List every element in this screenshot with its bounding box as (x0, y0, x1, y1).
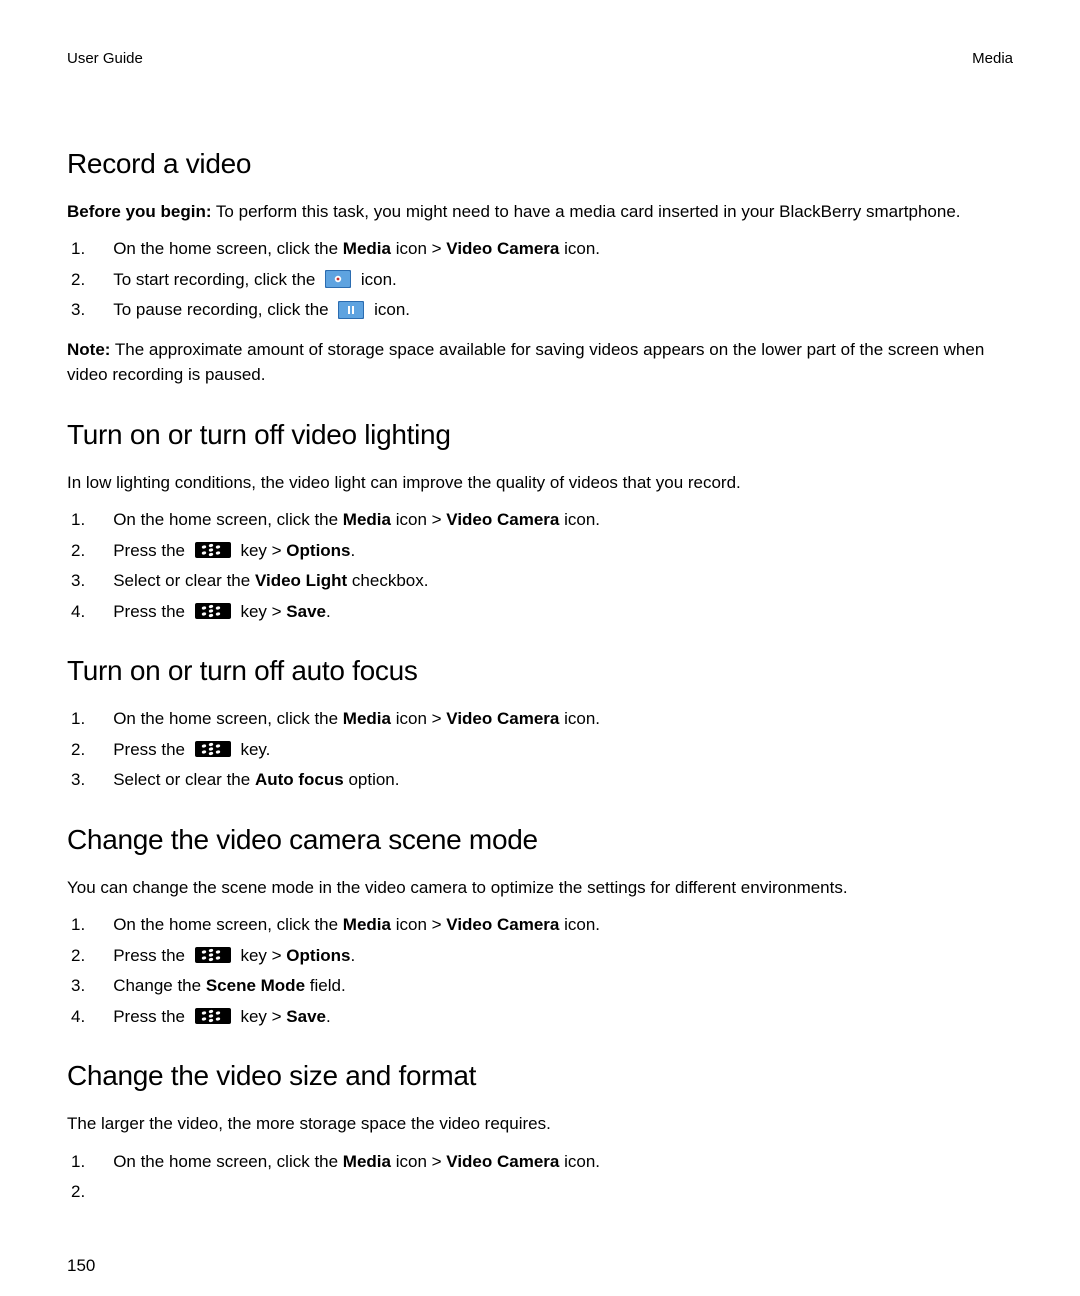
page-number: 150 (67, 1253, 95, 1279)
blackberry-key-icon (193, 739, 233, 759)
pause-icon (336, 299, 366, 321)
list-item: 1. On the home screen, click the Media i… (67, 236, 1013, 262)
note-label: Note: (67, 340, 110, 359)
before-you-begin-label: Before you begin: (67, 202, 212, 221)
steps-auto-focus: 1. On the home screen, click the Media i… (67, 706, 1013, 793)
list-item: 3. To pause recording, click the icon. (67, 297, 1013, 323)
list-item: 2. (67, 1179, 1013, 1205)
heading-record-video: Record a video (67, 143, 1013, 185)
blackberry-key-icon (193, 601, 233, 621)
blackberry-key-icon (193, 1006, 233, 1026)
heading-auto-focus: Turn on or turn off auto focus (67, 650, 1013, 692)
steps-size-format: 1. On the home screen, click the Media i… (67, 1149, 1013, 1205)
heading-video-lighting: Turn on or turn off video lighting (67, 414, 1013, 456)
list-item: 1. On the home screen, click the Media i… (67, 507, 1013, 533)
blackberry-key-icon (193, 540, 233, 560)
blackberry-key-icon (193, 945, 233, 965)
list-item: 3. Change the Scene Mode field. (67, 973, 1013, 999)
list-item: 2. Press the key > Options. (67, 943, 1013, 969)
header-right: Media (972, 48, 1013, 71)
intro-size-format: The larger the video, the more storage s… (67, 1111, 1013, 1137)
intro-video-lighting: In low lighting conditions, the video li… (67, 470, 1013, 496)
intro-scene-mode: You can change the scene mode in the vid… (67, 875, 1013, 901)
before-you-begin: Before you begin: To perform this task, … (67, 199, 1013, 225)
steps-record-video: 1. On the home screen, click the Media i… (67, 236, 1013, 323)
steps-scene-mode: 1. On the home screen, click the Media i… (67, 912, 1013, 1029)
list-item: 1. On the home screen, click the Media i… (67, 1149, 1013, 1175)
page-header: User Guide Media (67, 48, 1013, 71)
heading-size-format: Change the video size and format (67, 1055, 1013, 1097)
record-icon (323, 268, 353, 290)
heading-scene-mode: Change the video camera scene mode (67, 819, 1013, 861)
list-item: 4. Press the key > Save. (67, 1004, 1013, 1030)
list-item: 1. On the home screen, click the Media i… (67, 912, 1013, 938)
list-item: 1. On the home screen, click the Media i… (67, 706, 1013, 732)
steps-video-lighting: 1. On the home screen, click the Media i… (67, 507, 1013, 624)
list-item: 2. To start recording, click the icon. (67, 267, 1013, 293)
header-left: User Guide (67, 48, 143, 71)
note-record-video: Note: The approximate amount of storage … (67, 337, 1013, 388)
list-item: 3. Select or clear the Auto focus option… (67, 767, 1013, 793)
list-item: 2. Press the key. (67, 737, 1013, 763)
list-item: 4. Press the key > Save. (67, 599, 1013, 625)
list-item: 2. Press the key > Options. (67, 538, 1013, 564)
list-item: 3. Select or clear the Video Light check… (67, 568, 1013, 594)
